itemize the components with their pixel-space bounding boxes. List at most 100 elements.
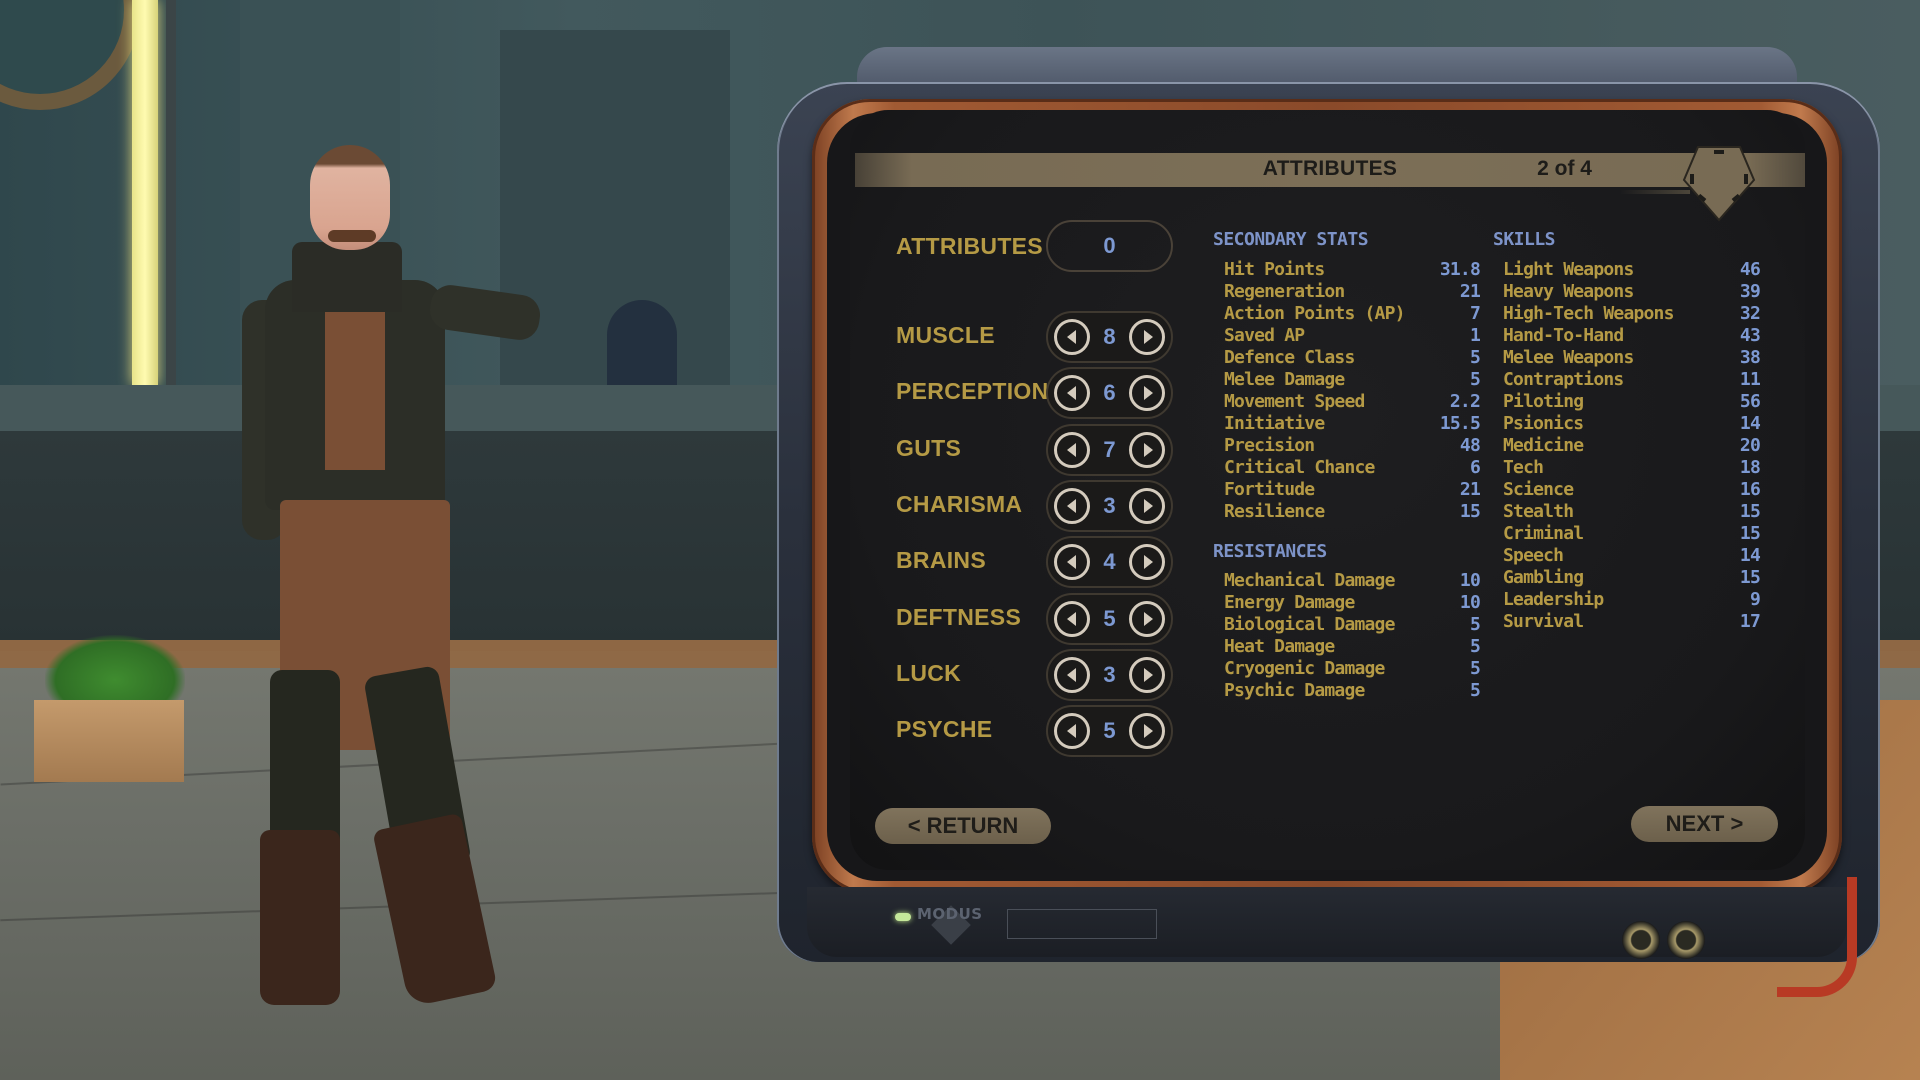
skill-row: Melee Weapons 38 (1503, 346, 1761, 368)
attribute-stepper-deftness: 5 (1046, 592, 1173, 645)
secondary-stats-heading: SECONDARY STATS (1213, 229, 1369, 250)
decrease-button[interactable] (1054, 375, 1090, 412)
resistance-label: Cryogenic Damage (1224, 657, 1385, 679)
plant (45, 635, 185, 710)
skill-value: 39 (1739, 280, 1761, 302)
skill-value: 15 (1739, 523, 1761, 545)
decrease-button[interactable] (1054, 656, 1090, 693)
skill-label: Gambling (1503, 567, 1584, 589)
increase-button[interactable] (1129, 656, 1165, 693)
skill-row: Tech 18 (1503, 456, 1761, 478)
skills-heading: SKILLS (1493, 229, 1556, 250)
secondary-stat-row: Hit Points 31.8 (1224, 258, 1481, 280)
resistance-row: Energy Damage 10 (1224, 591, 1481, 613)
skill-value: 46 (1739, 258, 1761, 280)
increase-button[interactable] (1129, 431, 1165, 468)
secondary-stat-row: Fortitude 21 (1224, 479, 1481, 501)
decrease-button[interactable] (1054, 600, 1090, 637)
arrow-left-icon (1066, 611, 1076, 626)
return-button[interactable]: < RETURN (875, 808, 1051, 844)
secondary-stat-label: Melee Damage (1224, 368, 1345, 390)
skill-row: Heavy Weapons 39 (1503, 280, 1761, 302)
secondary-stat-value: 48 (1459, 434, 1481, 456)
increase-button[interactable] (1129, 487, 1165, 524)
character-mustache (328, 230, 376, 242)
resistance-label: Heat Damage (1224, 635, 1335, 657)
skill-value: 9 (1749, 589, 1761, 611)
attribute-label-luck: LUCK (896, 659, 962, 686)
arrow-right-icon (1143, 724, 1153, 739)
secondary-stat-label: Resilience (1224, 501, 1325, 523)
secondary-stat-value: 15 (1459, 501, 1481, 523)
skill-value: 11 (1739, 368, 1761, 390)
arrow-left-icon (1066, 724, 1076, 739)
attribute-stepper-luck: 3 (1046, 648, 1173, 701)
attribute-points-display: 0 (1046, 220, 1173, 272)
resistance-row: Heat Damage 5 (1224, 635, 1481, 657)
light-strip-divider (166, 0, 176, 385)
attribute-stepper-perception: 6 (1046, 367, 1173, 420)
skill-row: Psionics 14 (1503, 412, 1761, 434)
character-shirt (325, 290, 385, 470)
arrow-left-icon (1066, 386, 1076, 401)
secondary-stat-value: 6 (1469, 456, 1481, 478)
attribute-stepper-psyche: 5 (1046, 705, 1173, 758)
skill-row: Light Weapons 46 (1503, 258, 1761, 280)
audio-jack-icon (1667, 921, 1705, 959)
skill-row: High-Tech Weapons 32 (1503, 302, 1761, 324)
attribute-value: 4 (1103, 549, 1116, 575)
secondary-stat-label: Fortitude (1224, 479, 1315, 500)
device-label-plate (1007, 909, 1157, 939)
attribute-label-perception: PERCEPTION (896, 378, 1049, 405)
attribute-points-value: 0 (1103, 233, 1116, 258)
secondary-stat-row: Defence Class 5 (1224, 346, 1481, 368)
next-button[interactable]: NEXT > (1631, 806, 1778, 842)
increase-button[interactable] (1129, 713, 1165, 750)
arrow-right-icon (1143, 386, 1153, 401)
secondary-stat-row: Saved AP 1 (1224, 324, 1481, 346)
arrow-right-icon (1143, 330, 1153, 344)
skill-row: Leadership 9 (1503, 589, 1761, 611)
increase-button[interactable] (1129, 600, 1165, 637)
resistance-label: Psychic Damage (1224, 679, 1365, 701)
decrease-button[interactable] (1054, 544, 1090, 581)
secondary-stat-value: 2.2 (1449, 390, 1481, 412)
secondary-stat-label: Regeneration (1224, 280, 1345, 302)
attribute-value: 6 (1103, 380, 1116, 406)
resistance-label: Biological Damage (1224, 613, 1395, 635)
skill-value: 15 (1739, 501, 1761, 523)
decrease-button[interactable] (1054, 487, 1090, 524)
skill-label: Melee Weapons (1503, 346, 1634, 368)
secondary-stat-row: Critical Chance 6 (1224, 456, 1481, 478)
panel-title: ATTRIBUTES (1262, 157, 1398, 180)
skill-label: Piloting (1503, 390, 1584, 412)
decrease-button[interactable] (1054, 319, 1090, 355)
decrease-button[interactable] (1054, 713, 1090, 750)
skill-label: Medicine (1503, 434, 1584, 456)
increase-button[interactable] (1129, 544, 1165, 581)
arrow-left-icon (1066, 498, 1076, 513)
skill-label: Survival (1503, 611, 1584, 633)
arrow-right-icon (1143, 667, 1153, 682)
skill-label: Tech (1503, 456, 1544, 478)
skill-row: Medicine 20 (1503, 434, 1761, 456)
secondary-stat-label: Defence Class (1224, 346, 1355, 368)
decrease-button[interactable] (1054, 431, 1090, 468)
attribute-stepper-guts: 7 (1046, 423, 1173, 476)
skill-label: Speech (1503, 545, 1564, 567)
skill-row: Survival 17 (1503, 611, 1761, 633)
resistance-value: 5 (1469, 635, 1481, 657)
secondary-stat-row: Melee Damage 5 (1224, 368, 1481, 390)
secondary-stat-row: Precision 48 (1224, 434, 1481, 456)
increase-button[interactable] (1129, 319, 1165, 355)
increase-button[interactable] (1129, 375, 1165, 412)
skill-label: Hand-To-Hand (1503, 324, 1624, 346)
resistance-value: 10 (1459, 569, 1481, 591)
resistance-value: 5 (1469, 679, 1481, 701)
attribute-label-brains: BRAINS (896, 547, 986, 574)
skill-value: 20 (1739, 434, 1761, 456)
skill-label: Psionics (1503, 412, 1584, 434)
attribute-stepper-brains: 4 (1046, 536, 1173, 589)
secondary-stat-row: Resilience 15 (1224, 501, 1481, 523)
skill-label: Science (1503, 479, 1574, 500)
